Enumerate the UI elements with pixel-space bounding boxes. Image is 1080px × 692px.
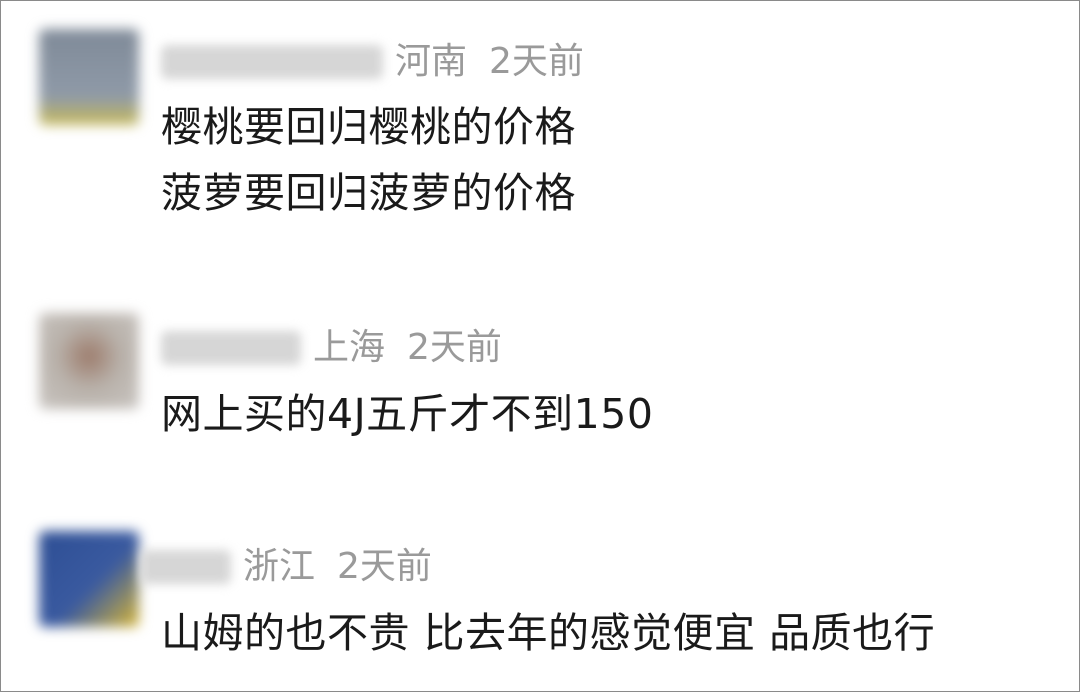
- username-redacted[interactable]: [141, 550, 231, 584]
- location-label: 河南: [395, 41, 468, 82]
- comment-text-line: 山姆的也不贵 比去年的感觉便宜 品质也行: [161, 609, 936, 657]
- timestamp: 2天前: [489, 41, 584, 82]
- location-label: 浙江: [243, 546, 316, 587]
- location-label: 上海: [313, 327, 386, 368]
- comment-panel: 河南 2天前 樱桃要回归樱桃的价格 菠萝要回归菠萝的价格 上海 2天前 网上买的…: [0, 0, 1080, 692]
- avatar[interactable]: [39, 313, 139, 409]
- timestamp: 2天前: [337, 546, 432, 587]
- comment-text-line: 樱桃要回归樱桃的价格: [161, 103, 576, 151]
- username-redacted[interactable]: [161, 45, 383, 79]
- avatar[interactable]: [39, 531, 139, 627]
- username-redacted[interactable]: [161, 331, 301, 365]
- comment-text-line: 菠萝要回归菠萝的价格: [161, 169, 576, 217]
- comment-text-line: 网上买的4J五斤才不到150: [161, 390, 654, 438]
- timestamp: 2天前: [407, 327, 502, 368]
- avatar[interactable]: [39, 29, 139, 125]
